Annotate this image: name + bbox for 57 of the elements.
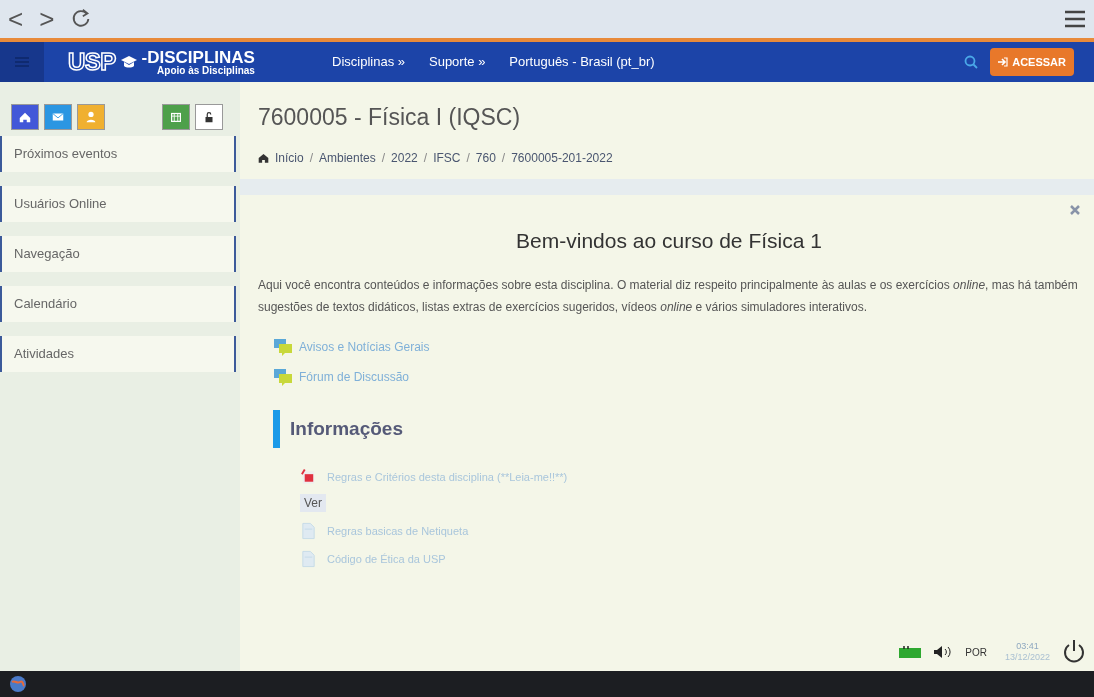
document-icon bbox=[300, 550, 317, 568]
home-button[interactable] bbox=[11, 104, 39, 130]
pdf-file-icon bbox=[300, 468, 317, 486]
clock-time: 03:41 bbox=[1016, 640, 1039, 652]
mail-icon bbox=[51, 110, 65, 124]
breadcrumb-link[interactable]: Início bbox=[275, 148, 304, 167]
breadcrumb-separator: / bbox=[381, 149, 386, 167]
users-button[interactable] bbox=[77, 104, 105, 130]
battery-icon bbox=[899, 646, 922, 658]
forward-button[interactable]: > bbox=[39, 6, 55, 32]
chat-bubbles-icon bbox=[273, 338, 293, 356]
unlock-button[interactable] bbox=[195, 104, 223, 130]
logo-title: -DISCIPLINAS bbox=[141, 48, 255, 66]
sidebar-block[interactable]: Próximos eventos bbox=[0, 136, 236, 172]
keyboard-language[interactable]: POR bbox=[965, 644, 987, 660]
breadcrumb-link[interactable]: Ambientes bbox=[319, 148, 376, 167]
calendar-icon bbox=[169, 110, 183, 124]
nav-link[interactable]: Português - Brasil (pt_br) bbox=[509, 52, 655, 72]
menu-icon[interactable] bbox=[1064, 9, 1086, 29]
search-icon[interactable] bbox=[964, 55, 979, 69]
sidebar-block[interactable]: Atividades bbox=[0, 336, 236, 372]
sign-in-icon bbox=[998, 57, 1009, 67]
sidebar-block[interactable]: Usuários Online bbox=[0, 186, 236, 222]
document-icon bbox=[300, 522, 317, 540]
welcome-text: Aqui você encontra conteúdos e informações sobre esta disciplina. O material diz respeito principalmente às aulas e os exercícios online, mas há também sugestões de textos didáticos, listas extras de exercícios sugeridos, vídeos online e vários simuladores interativos. bbox=[258, 277, 1079, 316]
clock-date: 13/12/2022 bbox=[1004, 652, 1050, 664]
close-icon[interactable] bbox=[1070, 204, 1080, 215]
view-button[interactable]: Ver bbox=[300, 494, 326, 512]
back-button[interactable]: < bbox=[8, 6, 24, 32]
course-title: 7600005 - Física I (IQSC) bbox=[258, 103, 522, 132]
home-icon bbox=[258, 152, 269, 163]
logo-subtitle: Apoio às Disciplinas bbox=[156, 65, 255, 76]
breadcrumb-separator: / bbox=[423, 149, 428, 167]
power-icon[interactable] bbox=[1062, 639, 1086, 665]
breadcrumb-link[interactable]: 760 bbox=[475, 148, 496, 167]
welcome-heading: Bem-vindos ao curso de Física 1 bbox=[515, 227, 823, 254]
graduation-cap-icon bbox=[119, 54, 138, 70]
section-marker bbox=[273, 410, 280, 448]
mail-button[interactable] bbox=[44, 104, 72, 130]
nav-link[interactable]: Suporte » bbox=[429, 52, 486, 72]
chat-bubbles-icon bbox=[273, 368, 293, 386]
nav-link[interactable]: Disciplinas » bbox=[332, 52, 405, 72]
speaker-icon[interactable] bbox=[933, 645, 954, 659]
globe-icon[interactable] bbox=[8, 674, 28, 694]
home-icon bbox=[18, 110, 32, 124]
breadcrumb-separator: / bbox=[501, 149, 506, 167]
breadcrumb-separator: / bbox=[309, 149, 314, 167]
logo-mark: USP bbox=[68, 47, 116, 77]
breadcrumb-link[interactable]: 7600005-201-2022 bbox=[511, 148, 613, 167]
calendar-button[interactable] bbox=[162, 104, 190, 130]
sidebar-block[interactable]: Navegação bbox=[0, 236, 236, 272]
breadcrumb-link[interactable]: 2022 bbox=[391, 148, 418, 167]
section-title: Informações bbox=[290, 416, 403, 441]
sidebar-block[interactable]: Calendário bbox=[0, 286, 236, 322]
breadcrumb-link[interactable]: IFSC bbox=[433, 148, 461, 167]
users-icon bbox=[84, 110, 98, 124]
breadcrumb-separator: / bbox=[466, 149, 470, 167]
